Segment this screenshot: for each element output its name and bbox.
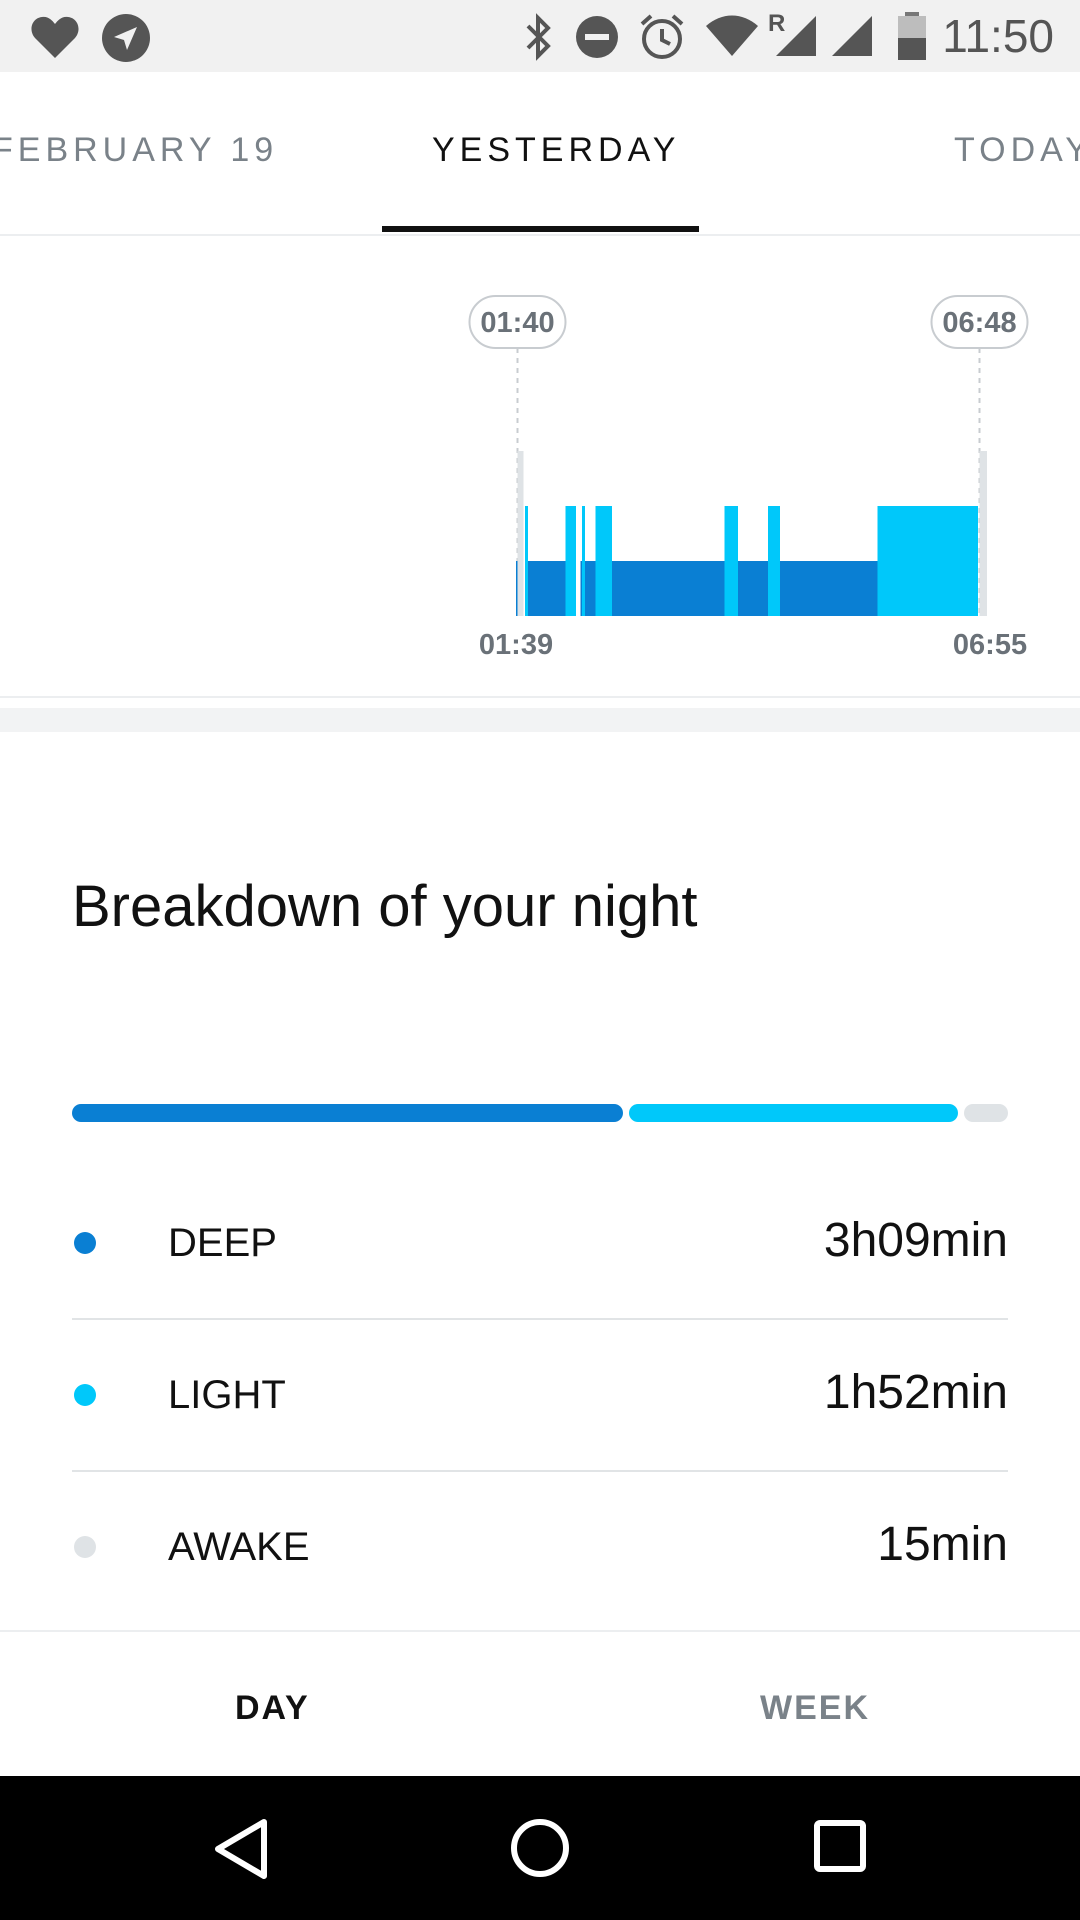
sleep-bar-deep xyxy=(738,561,768,616)
status-time: 11:50 xyxy=(942,10,1054,62)
breakdown-row-awake: AWAKE 15min xyxy=(72,1472,1008,1624)
light-dot-icon xyxy=(74,1384,96,1406)
progress-segment-awake xyxy=(964,1104,1008,1122)
date-tabs: FEBRUARY 19 YESTERDAY TODAY xyxy=(0,72,1080,236)
alarm-icon xyxy=(640,14,684,59)
sleep-bar-light xyxy=(595,506,612,616)
battery-icon xyxy=(898,12,926,60)
time-marker-label: 01:40 xyxy=(480,307,554,339)
axis-end-label: 06:55 xyxy=(953,629,1027,661)
time-marker-label: 06:48 xyxy=(942,307,1016,339)
sleep-bar-deep xyxy=(780,561,878,616)
wifi-icon xyxy=(706,15,758,56)
navigation-bar xyxy=(0,1776,1080,1920)
signal-icon xyxy=(776,16,816,56)
recents-icon[interactable] xyxy=(812,1818,868,1874)
tab-day[interactable]: DAY xyxy=(235,1688,310,1728)
heart-icon xyxy=(31,16,79,58)
tab-yesterday[interactable]: YESTERDAY xyxy=(432,130,680,170)
sleep-bar-light xyxy=(877,506,978,616)
sleep-bar-light xyxy=(582,506,585,616)
back-icon[interactable] xyxy=(210,1816,272,1882)
awake-dot-icon xyxy=(74,1536,96,1558)
status-bar: R 11:50 xyxy=(0,0,1080,72)
breakdown-value: 3h09min xyxy=(823,1214,1008,1267)
breakdown-title: Breakdown of your night xyxy=(72,874,698,939)
breakdown-label: AWAKE xyxy=(168,1525,310,1569)
navigation-icon xyxy=(102,14,150,62)
axis-start-label: 01:39 xyxy=(479,629,553,661)
sleep-bar-light xyxy=(768,506,780,616)
tab-february-19[interactable]: FEBRUARY 19 xyxy=(0,130,278,170)
breakdown-label: DEEP xyxy=(168,1221,277,1265)
sleep-chart-svg: 01:40 06:48 01:39 06:55 xyxy=(468,295,1029,661)
sleep-bar-deep xyxy=(612,561,725,616)
sleep-bar-awake xyxy=(517,451,524,616)
active-tab-indicator xyxy=(382,226,699,232)
divider xyxy=(0,696,1080,698)
home-icon[interactable] xyxy=(508,1816,572,1880)
sleep-bar-light xyxy=(565,506,576,616)
deep-dot-icon xyxy=(74,1232,96,1254)
progress-segment-light xyxy=(629,1104,958,1122)
section-separator xyxy=(0,708,1080,732)
tab-week[interactable]: WEEK xyxy=(760,1688,870,1728)
breakdown-row-light: LIGHT 1h52min xyxy=(72,1320,1008,1472)
bluetooth-icon xyxy=(526,13,551,61)
breakdown-value: 1h52min xyxy=(823,1366,1008,1419)
sleep-bar-awake xyxy=(979,451,987,616)
breakdown-row-deep: DEEP 3h09min xyxy=(72,1168,1008,1320)
bottom-tabs: DAY WEEK xyxy=(0,1630,1080,1778)
signal-icon xyxy=(832,16,872,56)
sleep-bar-light xyxy=(525,506,528,616)
sleep-bar-light xyxy=(724,506,738,616)
breakdown-label: LIGHT xyxy=(168,1373,286,1417)
sleep-chart: 01:40 06:48 01:39 06:55 xyxy=(0,236,1080,696)
breakdown-value: 15min xyxy=(877,1518,1008,1571)
do-not-disturb-icon xyxy=(576,16,618,58)
sleep-bar-deep xyxy=(526,561,566,616)
progress-segment-deep xyxy=(72,1104,623,1122)
sleep-progress-bar xyxy=(72,1104,1008,1122)
tab-today[interactable]: TODAY xyxy=(954,130,1080,170)
